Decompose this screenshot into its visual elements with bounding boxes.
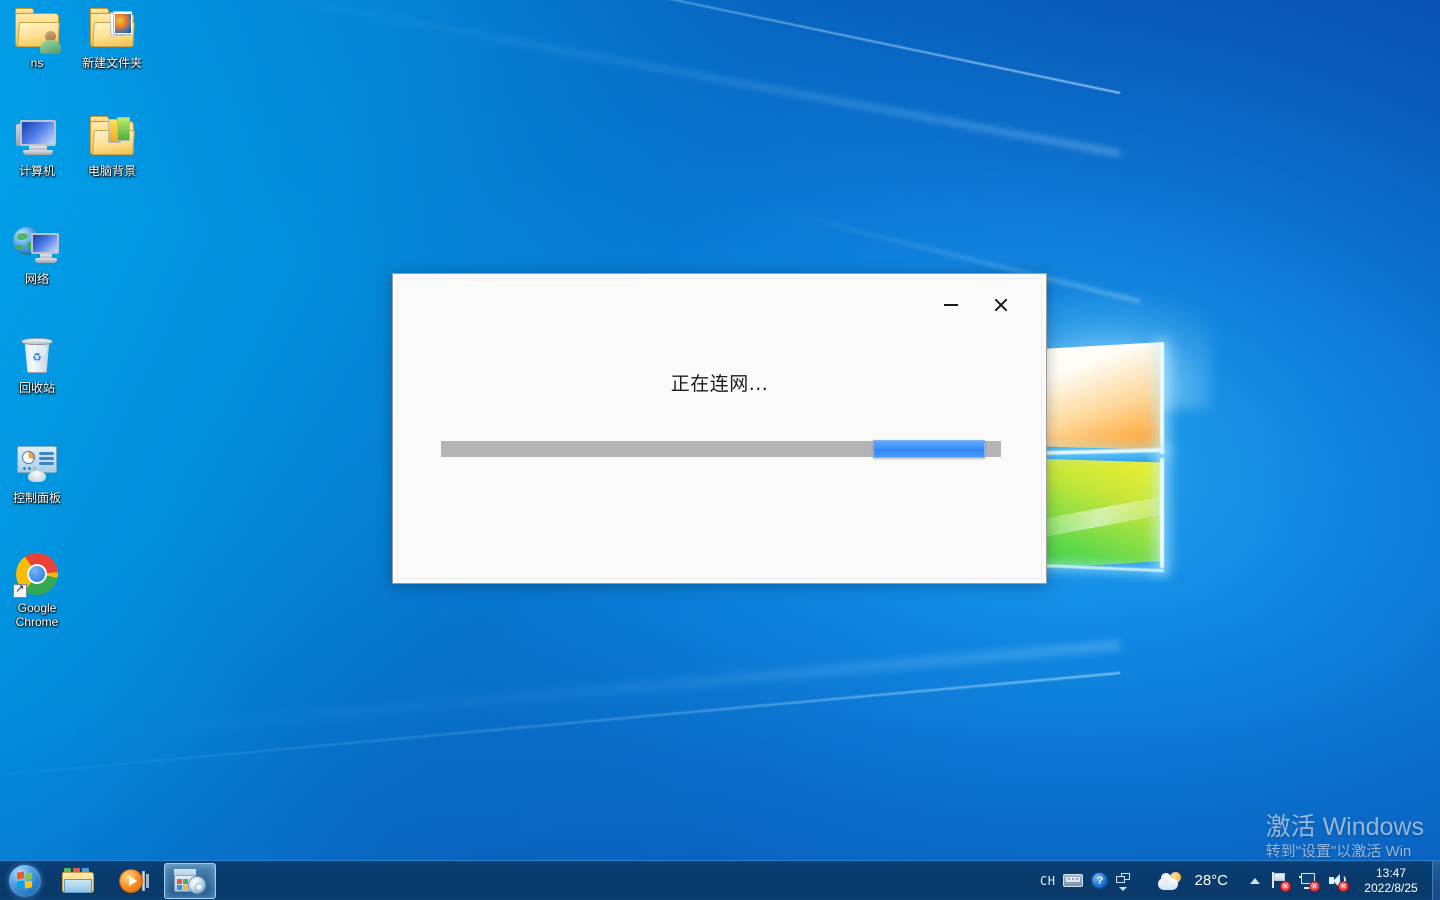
start-button[interactable]	[2, 862, 48, 900]
keyboard-icon[interactable]	[1063, 874, 1084, 887]
dialog-status-text: 正在连网...	[670, 373, 769, 395]
taskbar-item-media-player[interactable]	[108, 863, 160, 899]
desktop-icon-label: 网络	[24, 272, 49, 286]
desktop-icon-label: Chrome	[15, 615, 59, 629]
windows-orb-icon	[9, 864, 41, 897]
desktop-icon-recycle-bin[interactable]: ♻ 回收站	[0, 330, 74, 395]
connecting-dialog[interactable]: 正在连网...	[392, 273, 1047, 584]
media-player-icon	[119, 868, 149, 894]
desktop-icon-control-panel[interactable]: 控制面板	[0, 440, 74, 505]
volume-muted-icon[interactable]: ✕	[1328, 873, 1349, 892]
network-icon	[13, 221, 61, 269]
taskbar[interactable]: CH ? 28°C ✕ ✕ ✕ 13:47 2022/8/25	[0, 860, 1440, 900]
temperature-label: 28°C	[1194, 872, 1228, 889]
desktop[interactable]: ns 新建文件夹 计算机 电脑背景 网络 ♻ 回收站 控制面板 ↗ Google…	[0, 0, 1440, 900]
taskbar-item-setup-installer[interactable]	[164, 862, 216, 899]
tray-ime-group[interactable]: CH ?	[1034, 872, 1136, 891]
logo-edge	[1160, 458, 1164, 568]
close-button[interactable]	[979, 290, 1023, 320]
desktop-icon-wallpapers[interactable]: 电脑背景	[75, 113, 149, 178]
alert-badge: ✕	[1338, 880, 1349, 892]
shortcut-arrow-icon	[13, 582, 27, 598]
show-desktop-button[interactable]	[1432, 860, 1440, 900]
ime-language-indicator[interactable]: CH	[1040, 874, 1055, 888]
taskbar-item-file-explorer[interactable]	[52, 863, 104, 899]
minimize-button[interactable]	[929, 290, 973, 320]
tray-status-group[interactable]: ✕ ✕ ✕	[1234, 872, 1352, 892]
progress-bar	[441, 440, 1001, 458]
desktop-icon-label: 电脑背景	[87, 164, 136, 178]
clock-time: 13:47	[1375, 865, 1407, 880]
alert-badge: ✕	[1309, 880, 1320, 892]
control-panel-icon	[13, 440, 61, 488]
close-icon	[993, 297, 1009, 313]
folder-pictures-icon	[88, 5, 136, 53]
clock-date: 2022/8/25	[1364, 880, 1418, 895]
alert-badge: ✕	[1280, 881, 1291, 892]
minimize-icon	[944, 304, 958, 306]
help-icon[interactable]: ?	[1091, 872, 1109, 889]
network-status-icon[interactable]: ✕	[1299, 872, 1320, 892]
clock[interactable]: 13:47 2022/8/25	[1352, 866, 1432, 896]
file-explorer-icon	[62, 867, 94, 894]
desktop-icon-label: 回收站	[18, 381, 55, 395]
computer-icon	[13, 113, 61, 161]
dialog-title-bar[interactable]	[393, 274, 1046, 332]
logo-edge	[1160, 344, 1164, 454]
desktop-icon-network[interactable]: 网络	[0, 221, 74, 286]
desktop-icon-label: Google	[17, 601, 57, 615]
ime-options-icon[interactable]	[1116, 872, 1131, 891]
windows-logo-wallpaper	[952, 290, 1372, 600]
tray-weather-group[interactable]: 28°C	[1136, 871, 1234, 890]
setup-installer-icon	[174, 868, 206, 894]
desktop-icon-google-chrome[interactable]: Google Chrome	[0, 550, 74, 629]
chrome-icon	[13, 550, 61, 598]
action-center-flag-icon[interactable]: ✕	[1271, 872, 1291, 892]
folder-user-icon	[13, 5, 61, 54]
desktop-icon-label: 控制面板	[12, 491, 61, 505]
desktop-icon-label: 新建文件夹	[81, 56, 142, 70]
desktop-icon-ns[interactable]: ns	[0, 5, 74, 70]
desktop-icon-new-folder[interactable]: 新建文件夹	[75, 5, 149, 70]
desktop-icon-label: ns	[30, 56, 44, 70]
recycle-bin-icon: ♻	[13, 330, 61, 378]
partly-cloudy-icon[interactable]	[1158, 871, 1182, 890]
progress-bar-chunk	[873, 440, 985, 458]
show-hidden-icons-chevron-icon[interactable]	[1250, 877, 1260, 884]
system-tray[interactable]: CH ? 28°C ✕ ✕ ✕ 13:47 2022/8/25	[1034, 860, 1440, 900]
folder-wallpapers-icon	[88, 113, 136, 161]
desktop-icon-label: 计算机	[18, 164, 55, 178]
desktop-icon-computer[interactable]: 计算机	[0, 113, 74, 178]
